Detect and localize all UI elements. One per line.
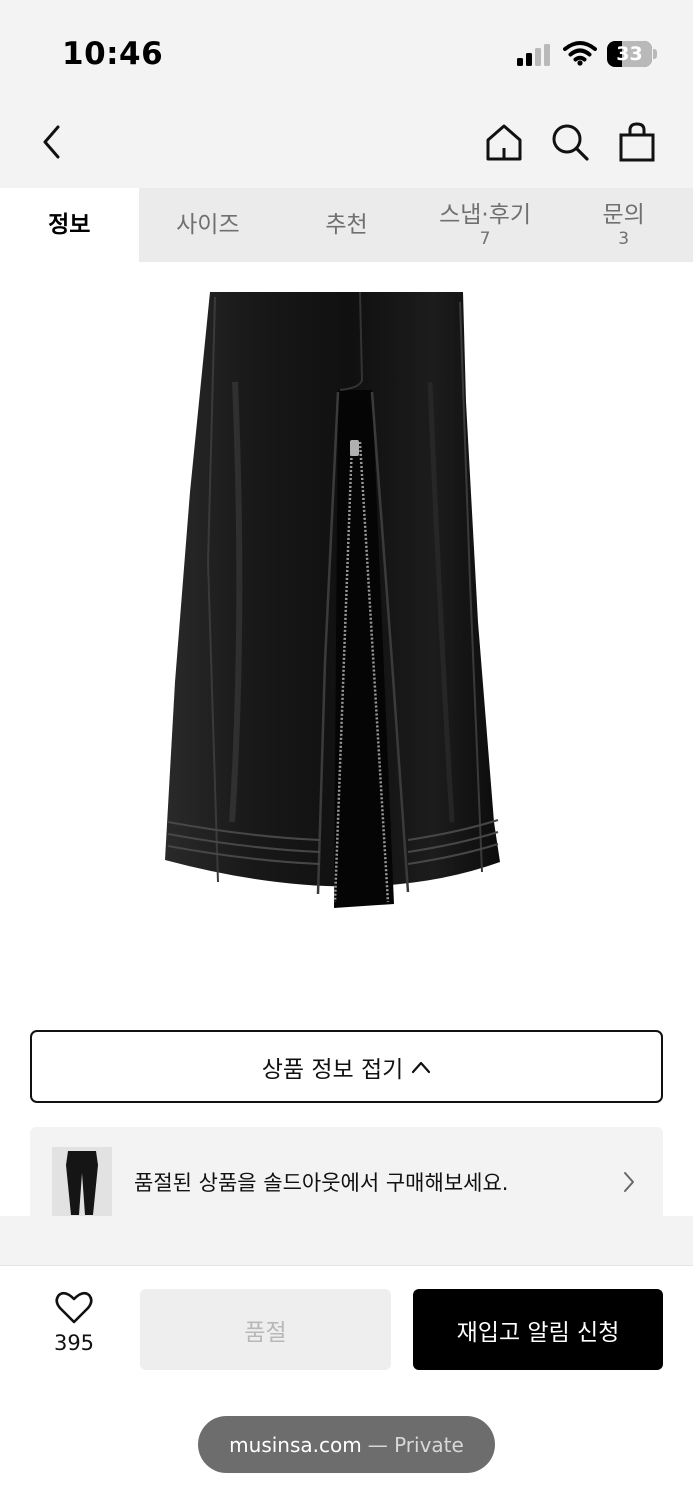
- section-divider: [0, 1216, 693, 1266]
- tab-snap-review[interactable]: 스냅·후기 7: [416, 188, 555, 262]
- browser-address-pill[interactable]: musinsa.com — Private: [198, 1416, 495, 1473]
- wifi-icon: [563, 41, 597, 66]
- soldout-marketplace-banner[interactable]: 품절된 상품을 솔드아웃에서 구매해보세요.: [30, 1127, 663, 1216]
- soldout-button[interactable]: 품절: [140, 1289, 391, 1370]
- tab-info[interactable]: 정보: [0, 188, 139, 262]
- product-detail-image: [0, 262, 693, 1002]
- back-button[interactable]: [28, 118, 76, 166]
- search-button[interactable]: [546, 118, 594, 166]
- status-bar: 10:46 33: [0, 0, 693, 100]
- soldout-label: 품절: [244, 1319, 287, 1346]
- product-tabs: 정보 사이즈 추천 스냅·후기 7 문의 3: [0, 188, 693, 262]
- search-icon: [552, 124, 589, 161]
- home-button[interactable]: [480, 118, 528, 166]
- heart-icon: [55, 1291, 93, 1324]
- battery-icon: 33: [607, 41, 657, 67]
- home-icon: [486, 124, 522, 161]
- browser-url: musinsa.com: [229, 1432, 362, 1457]
- collapse-product-info-button[interactable]: 상품 정보 접기: [30, 1030, 663, 1103]
- restock-label: 재입고 알림 신청: [456, 1319, 620, 1346]
- collapse-label: 상품 정보 접기: [261, 1056, 404, 1083]
- tab-label: 추천: [325, 212, 368, 238]
- tab-label: 사이즈: [176, 212, 240, 238]
- tab-label: 스냅·후기: [439, 202, 532, 228]
- chevron-right-icon: [624, 1172, 634, 1192]
- tab-count: 3: [618, 229, 630, 249]
- product-thumbnail: [52, 1147, 112, 1216]
- navigation-bar: [0, 100, 693, 188]
- status-time: 10:46: [62, 36, 164, 72]
- like-button[interactable]: 395: [38, 1291, 110, 1371]
- like-count: 395: [53, 1331, 95, 1355]
- back-chevron-icon: [43, 125, 60, 159]
- leather-pants-image: [165, 291, 500, 908]
- chevron-up-icon: [412, 1061, 431, 1073]
- browser-mode: — Private: [367, 1432, 464, 1457]
- tab-inquiry[interactable]: 문의 3: [554, 188, 693, 262]
- cellular-signal-icon: [517, 44, 550, 66]
- tab-count: 7: [479, 229, 491, 249]
- tab-label: 문의: [602, 202, 645, 228]
- banner-text: 품절된 상품을 솔드아웃에서 구매해보세요.: [134, 1171, 509, 1195]
- tab-size[interactable]: 사이즈: [139, 188, 278, 262]
- cart-button[interactable]: [613, 118, 661, 166]
- tab-label: 정보: [48, 212, 91, 238]
- battery-level: 33: [616, 43, 643, 65]
- tab-recommend[interactable]: 추천: [277, 188, 416, 262]
- restock-alert-button[interactable]: 재입고 알림 신청: [413, 1289, 663, 1370]
- shopping-bag-icon: [619, 122, 655, 162]
